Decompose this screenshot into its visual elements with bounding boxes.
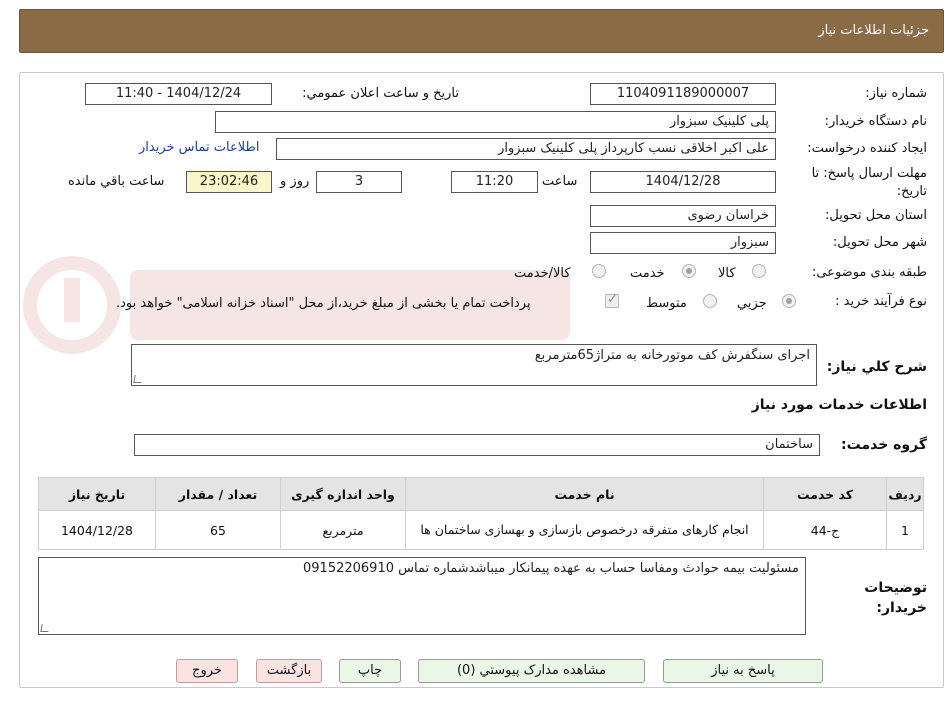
requester-field: علی اکبر اخلاقی نسب کارپرداز پلی کلینیک … (276, 138, 776, 160)
process-option-minor: جزيي (737, 296, 767, 311)
buyer-notes-label: توضیحات خریدار: (864, 580, 927, 616)
buyer-notes-textarea[interactable]: مسئولیت بیمه حوادث ومفاسا حساب به عهده پ… (38, 557, 806, 635)
col-header-qty: تعداد / مقدار (155, 477, 281, 511)
deadline-time-label: ساعت (542, 174, 578, 189)
buyer-contact-link[interactable]: اطلاعات تماس خریدار (139, 140, 259, 155)
category-option-goods-service: کالا/خدمت (514, 266, 571, 281)
cell-qty: 65 (155, 510, 281, 550)
buyer-org-label: نام دستگاه خریدار: (824, 114, 927, 129)
category-label: طبقه بندی موضوعی: (811, 265, 927, 280)
need-number-field: 1104091189000007 (590, 83, 776, 105)
view-attachments-button[interactable]: مشاهده مدارک پیوستي (0) (418, 659, 645, 683)
cell-row: 1 (886, 510, 924, 550)
remaining-label: ساعت باقي مانده (68, 174, 165, 189)
reply-button[interactable]: پاسخ به نیاز (663, 659, 823, 683)
services-table-wrap: ردیف کد خدمت نام خدمت واحد اندازه گیری ت… (38, 477, 924, 550)
col-header-date: تاریخ نیاز (38, 477, 156, 511)
page-header: جزئیات اطلاعات نیاز (19, 9, 944, 53)
days-label: روز و (280, 174, 310, 189)
province-label: استان محل تحویل: (825, 208, 927, 223)
summary-text: اجرای سنگفرش کف موتورخانه به متراژ65مترم… (534, 348, 810, 363)
deadline-label: مهلت ارسال پاسخ: تا تاریخ: (811, 166, 927, 199)
cell-name: انجام کارهای متفرقه درخصوص بازسازی و بهس… (405, 510, 764, 550)
cell-unit: مترمربع (280, 510, 406, 550)
process-option-medium: متوسط (646, 296, 687, 311)
category-radio-goods-service[interactable] (592, 264, 606, 278)
services-table: ردیف کد خدمت نام خدمت واحد اندازه گیری ت… (38, 477, 924, 550)
buyer-notes-text: مسئولیت بیمه حوادث ومفاسا حساب به عهده پ… (303, 561, 799, 576)
treasury-checkbox[interactable] (605, 292, 619, 308)
back-button[interactable]: بازگشت (256, 659, 322, 683)
col-header-code: کد خدمت (763, 477, 887, 511)
table-header-row: ردیف کد خدمت نام خدمت واحد اندازه گیری ت… (38, 477, 924, 511)
cell-code: ج-44 (763, 510, 887, 550)
remaining-time-field: 23:02:46 (186, 171, 272, 193)
cell-date: 1404/12/28 (38, 510, 156, 550)
deadline-date-field: 1404/12/28 (590, 171, 776, 193)
category-radio-goods[interactable] (752, 264, 766, 278)
summary-textarea[interactable]: اجرای سنگفرش کف موتورخانه به متراژ65مترم… (131, 344, 817, 386)
service-group-label: گروه خدمت: (841, 437, 927, 453)
summary-label: شرح کلي نیاز: (826, 359, 927, 375)
need-number-label: شماره نیاز: (865, 86, 927, 101)
col-header-unit: واحد اندازه گیری (280, 477, 406, 511)
province-field: خراسان رضوی (590, 205, 776, 227)
category-option-service: خدمت (630, 266, 665, 281)
days-field: 3 (316, 171, 402, 193)
process-radio-minor[interactable] (782, 294, 796, 308)
announce-datetime-field: 1404/12/24 - 11:40 (85, 83, 272, 105)
category-radio-service[interactable] (682, 264, 696, 278)
resize-grip-icon[interactable] (133, 375, 143, 383)
exit-button[interactable]: خروج (176, 659, 238, 683)
page-title: جزئیات اطلاعات نیاز (818, 23, 929, 38)
city-label: شهر محل تحویل: (832, 235, 927, 250)
buyer-org-field: پلی کلینیک سبزوار (215, 111, 776, 133)
print-button[interactable]: چاپ (339, 659, 401, 683)
col-header-row: ردیف (886, 477, 924, 511)
requester-label: ایجاد کننده درخواست: (807, 141, 927, 156)
process-label: نوع فرآیند خرید : (835, 294, 927, 309)
col-header-name: نام خدمت (405, 477, 764, 511)
resize-grip-icon[interactable] (40, 624, 50, 632)
service-group-field: ساختمان (134, 434, 820, 456)
services-section-title: اطلاعات خدمات مورد نیاز (751, 397, 927, 413)
payment-note: پرداخت تمام یا بخشی از مبلغ خرید،از محل … (116, 296, 531, 311)
deadline-time-field: 11:20 (451, 171, 538, 193)
process-radio-medium[interactable] (703, 294, 717, 308)
announce-label: تاریخ و ساعت اعلان عمومي: (302, 86, 459, 101)
category-option-goods: کالا (718, 266, 736, 281)
city-field: سبزوار (590, 232, 776, 254)
table-row: 1 ج-44 انجام کارهای متفرقه درخصوص بازساز… (38, 510, 924, 550)
